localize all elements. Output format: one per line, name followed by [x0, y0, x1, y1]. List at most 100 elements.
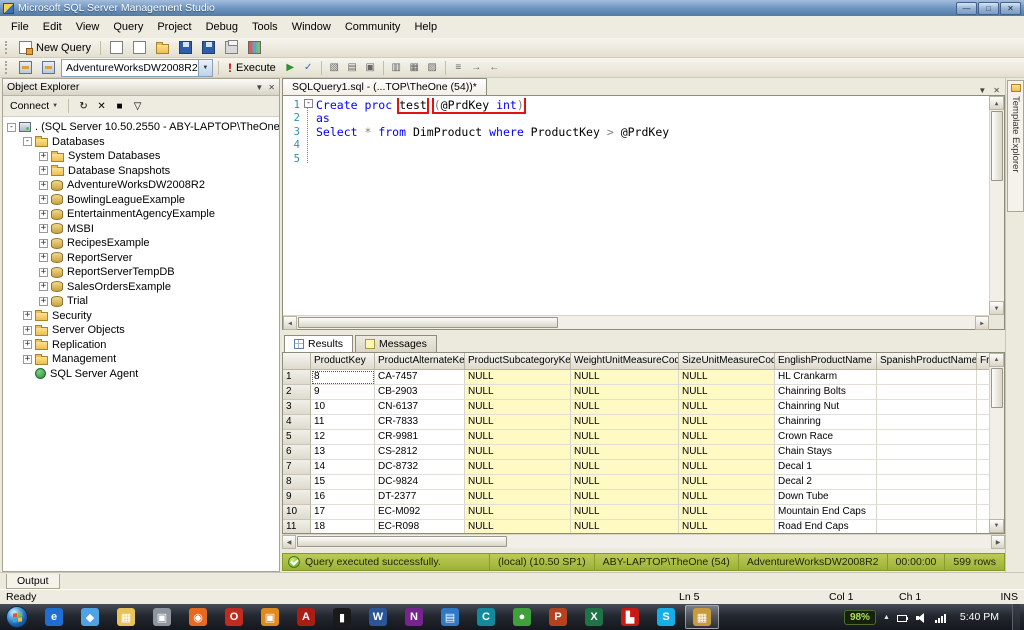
close-button[interactable]: ✕: [1000, 2, 1021, 15]
windows-explorer-taskbar-button[interactable]: ▦: [109, 605, 143, 629]
available-databases-combo[interactable]: AdventureWorksDW2008R2 ▼: [61, 59, 213, 77]
cell[interactable]: NULL: [679, 505, 775, 520]
scroll-right-icon[interactable]: ▶: [975, 316, 989, 330]
ssms-taskbar-button[interactable]: ▦: [685, 605, 719, 629]
cell[interactable]: 9: [311, 385, 375, 400]
column-header[interactable]: WeightUnitMeasureCode: [571, 353, 679, 370]
picture-manager-taskbar-button[interactable]: ▣: [253, 605, 287, 629]
cell[interactable]: NULL: [465, 415, 571, 430]
powerpoint-taskbar-button[interactable]: P: [541, 605, 575, 629]
cell[interactable]: EC-R098: [375, 520, 465, 534]
comment-selection-icon[interactable]: ≡: [450, 59, 467, 77]
cell[interactable]: NULL: [465, 475, 571, 490]
row-number[interactable]: 2: [283, 385, 311, 400]
cell[interactable]: 14: [311, 460, 375, 475]
menu-project[interactable]: Project: [150, 17, 198, 37]
scroll-right-icon[interactable]: ▶: [991, 535, 1005, 549]
open-file-button[interactable]: [152, 39, 173, 57]
cell[interactable]: DC-9824: [375, 475, 465, 490]
cell[interactable]: 10: [311, 400, 375, 415]
editor-line[interactable]: 4: [284, 139, 988, 153]
cell[interactable]: CN-6137: [375, 400, 465, 415]
scroll-left-icon[interactable]: ◀: [282, 535, 296, 549]
cell[interactable]: 17: [311, 505, 375, 520]
cell[interactable]: NULL: [679, 385, 775, 400]
onenote-taskbar-button[interactable]: N: [397, 605, 431, 629]
expand-plus-icon[interactable]: +: [39, 297, 48, 306]
scrollbar-thumb[interactable]: [991, 111, 1003, 181]
cell[interactable]: NULL: [571, 520, 679, 534]
editor-line[interactable]: 1-Create proc test (@PrdKey int): [284, 98, 988, 112]
cell[interactable]: [877, 475, 977, 490]
row-number[interactable]: 11: [283, 520, 311, 534]
connect-button[interactable]: Connect ▼: [6, 99, 62, 113]
cell[interactable]: NULL: [571, 430, 679, 445]
template-explorer-tab[interactable]: Template Explorer: [1007, 80, 1024, 212]
tab-results[interactable]: Results: [284, 335, 353, 352]
volume-icon[interactable]: [916, 612, 928, 623]
start-button[interactable]: [6, 606, 28, 628]
output-tab[interactable]: Output: [6, 574, 60, 589]
menu-file[interactable]: File: [4, 17, 36, 37]
cell[interactable]: [877, 460, 977, 475]
editor-line[interactable]: 5: [284, 152, 988, 166]
tree-item[interactable]: +Database Snapshots: [3, 164, 279, 179]
intellisense-enabled-icon[interactable]: ▣: [362, 59, 379, 77]
cell[interactable]: Down Tube: [775, 490, 877, 505]
expand-plus-icon[interactable]: +: [39, 268, 48, 277]
results-to-grid-icon[interactable]: ▦: [406, 59, 423, 77]
menu-edit[interactable]: Edit: [36, 17, 69, 37]
editor-vertical-scrollbar[interactable]: ▲ ▼: [989, 96, 1004, 315]
scroll-down-icon[interactable]: ▼: [989, 519, 1004, 533]
save-button[interactable]: [175, 39, 196, 57]
cell[interactable]: NULL: [679, 400, 775, 415]
column-header[interactable]: SpanishProductName: [877, 353, 977, 370]
grid-horizontal-scrollbar[interactable]: ◀ ▶: [282, 534, 1005, 548]
tree-item[interactable]: +System Databases: [3, 149, 279, 164]
close-document-icon[interactable]: ✕: [993, 86, 1000, 95]
cell[interactable]: NULL: [571, 460, 679, 475]
editor-line[interactable]: 3Select * from DimProduct where ProductK…: [284, 125, 988, 139]
display-estimated-plan-icon[interactable]: ▧: [326, 59, 343, 77]
cell[interactable]: NULL: [465, 490, 571, 505]
cell[interactable]: [877, 520, 977, 534]
internet-explorer-taskbar-button[interactable]: e: [37, 605, 71, 629]
cell[interactable]: NULL: [571, 505, 679, 520]
activity-monitor-button[interactable]: [244, 39, 265, 57]
tree-item[interactable]: +MSBI: [3, 222, 279, 237]
tree-item[interactable]: +Replication: [3, 338, 279, 353]
scrollbar-thumb[interactable]: [298, 317, 558, 328]
menu-query[interactable]: Query: [106, 17, 150, 37]
cell[interactable]: 12: [311, 430, 375, 445]
cell[interactable]: [877, 445, 977, 460]
cell[interactable]: NULL: [679, 370, 775, 385]
row-number[interactable]: 6: [283, 445, 311, 460]
menu-window[interactable]: Window: [285, 17, 338, 37]
cell[interactable]: NULL: [465, 430, 571, 445]
acrobat-taskbar-button[interactable]: A: [289, 605, 323, 629]
row-number[interactable]: 3: [283, 400, 311, 415]
tree-item[interactable]: +Security: [3, 309, 279, 324]
command-prompt-taskbar-button[interactable]: ▮: [325, 605, 359, 629]
cell[interactable]: NULL: [679, 475, 775, 490]
cell[interactable]: NULL: [571, 445, 679, 460]
word-taskbar-button[interactable]: W: [361, 605, 395, 629]
editor-line[interactable]: 2as: [284, 112, 988, 126]
cell[interactable]: Chain Stays: [775, 445, 877, 460]
tree-item[interactable]: +AdventureWorksDW2008R2: [3, 178, 279, 193]
tree-item[interactable]: +BowlingLeagueExample: [3, 193, 279, 208]
cell[interactable]: NULL: [571, 400, 679, 415]
power-icon[interactable]: [897, 612, 909, 623]
cell[interactable]: NULL: [679, 445, 775, 460]
toolbar-grip[interactable]: [5, 41, 10, 54]
cell[interactable]: [877, 385, 977, 400]
communicator-taskbar-button[interactable]: C: [469, 605, 503, 629]
messenger-taskbar-button[interactable]: ◆: [73, 605, 107, 629]
cell[interactable]: Decal 2: [775, 475, 877, 490]
cell[interactable]: Mountain End Caps: [775, 505, 877, 520]
expand-plus-icon[interactable]: +: [39, 195, 48, 204]
column-header[interactable]: EnglishProductName: [775, 353, 877, 370]
expand-plus-icon[interactable]: +: [23, 311, 32, 320]
fold-collapse-icon[interactable]: -: [304, 99, 313, 108]
cell[interactable]: NULL: [465, 385, 571, 400]
